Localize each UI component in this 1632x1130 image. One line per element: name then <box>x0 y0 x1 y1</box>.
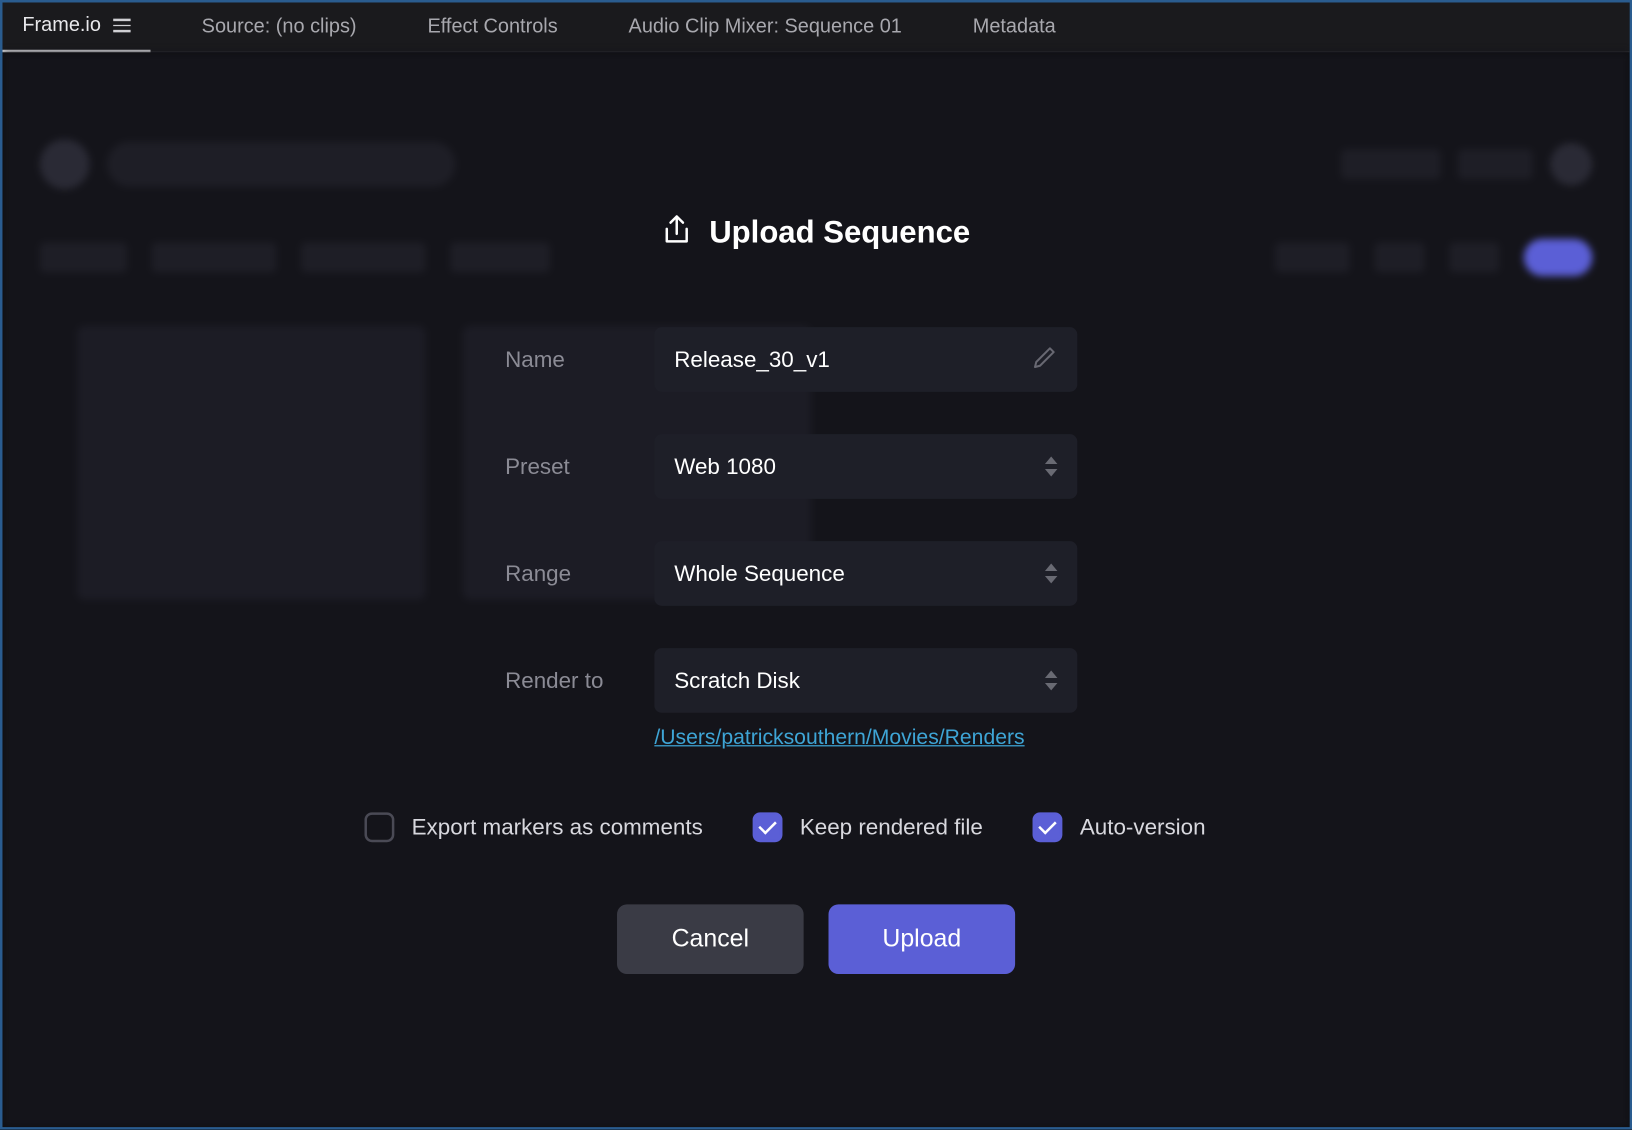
tab-effect-controls[interactable]: Effect Controls <box>408 2 578 52</box>
name-value: Release_30_v1 <box>674 346 830 372</box>
modal-title: Upload Sequence <box>709 215 970 251</box>
hamburger-icon[interactable] <box>113 19 130 32</box>
preset-value: Web 1080 <box>674 453 776 479</box>
panel-tabbar: Frame.io Source: (no clips) Effect Contr… <box>2 2 1629 52</box>
preset-select[interactable]: Web 1080 <box>654 434 1077 499</box>
modal-overlay: Upload Sequence Name Release_30_v1 <box>2 52 1629 1127</box>
preset-label: Preset <box>505 453 654 479</box>
tab-source[interactable]: Source: (no clips) <box>182 2 377 52</box>
stepper-icon <box>1045 671 1057 691</box>
range-label: Range <box>505 560 654 586</box>
tab-label: Frame.io <box>22 14 101 36</box>
checkbox-box <box>753 812 783 842</box>
stepper-icon <box>1045 564 1057 584</box>
render-path-link[interactable]: /Users/patricksouthern/Movies/Renders <box>654 725 1024 750</box>
name-row: Name Release_30_v1 <box>505 327 1251 392</box>
stepper-icon <box>1045 457 1057 477</box>
checkbox-label: Keep rendered file <box>800 814 983 840</box>
tab-label: Audio Clip Mixer: Sequence 01 <box>629 16 902 38</box>
upload-sequence-modal: Upload Sequence Name Release_30_v1 <box>381 214 1252 1127</box>
button-row: Cancel Upload <box>381 904 1252 974</box>
keep-rendered-checkbox[interactable]: Keep rendered file <box>753 812 983 842</box>
tab-metadata[interactable]: Metadata <box>953 2 1076 52</box>
modal-header: Upload Sequence <box>381 214 1252 253</box>
render-to-select[interactable]: Scratch Disk <box>654 648 1077 713</box>
tab-label: Effect Controls <box>427 16 557 38</box>
render-to-value: Scratch Disk <box>674 667 800 693</box>
upload-icon <box>662 214 692 253</box>
auto-version-checkbox[interactable]: Auto-version <box>1033 812 1206 842</box>
render-to-row: Render to Scratch Disk <box>505 648 1251 713</box>
checkbox-label: Auto-version <box>1080 814 1206 840</box>
tab-label: Metadata <box>973 16 1056 38</box>
render-to-label: Render to <box>505 667 654 693</box>
checkbox-box <box>364 812 394 842</box>
tab-audio-mixer[interactable]: Audio Clip Mixer: Sequence 01 <box>609 2 922 52</box>
name-input[interactable]: Release_30_v1 <box>654 327 1077 392</box>
upload-button[interactable]: Upload <box>829 904 1016 974</box>
checkbox-label: Export markers as comments <box>412 814 703 840</box>
pencil-icon[interactable] <box>1033 344 1058 375</box>
checkbox-row: Export markers as comments Keep rendered… <box>318 812 1251 842</box>
range-select[interactable]: Whole Sequence <box>654 541 1077 606</box>
export-markers-checkbox[interactable]: Export markers as comments <box>364 812 702 842</box>
range-row: Range Whole Sequence <box>505 541 1251 606</box>
preset-row: Preset Web 1080 <box>505 434 1251 499</box>
cancel-button[interactable]: Cancel <box>617 904 804 974</box>
checkbox-box <box>1033 812 1063 842</box>
name-label: Name <box>505 346 654 372</box>
tab-label: Source: (no clips) <box>202 16 357 38</box>
tab-frameio[interactable]: Frame.io <box>2 2 150 52</box>
range-value: Whole Sequence <box>674 560 845 586</box>
